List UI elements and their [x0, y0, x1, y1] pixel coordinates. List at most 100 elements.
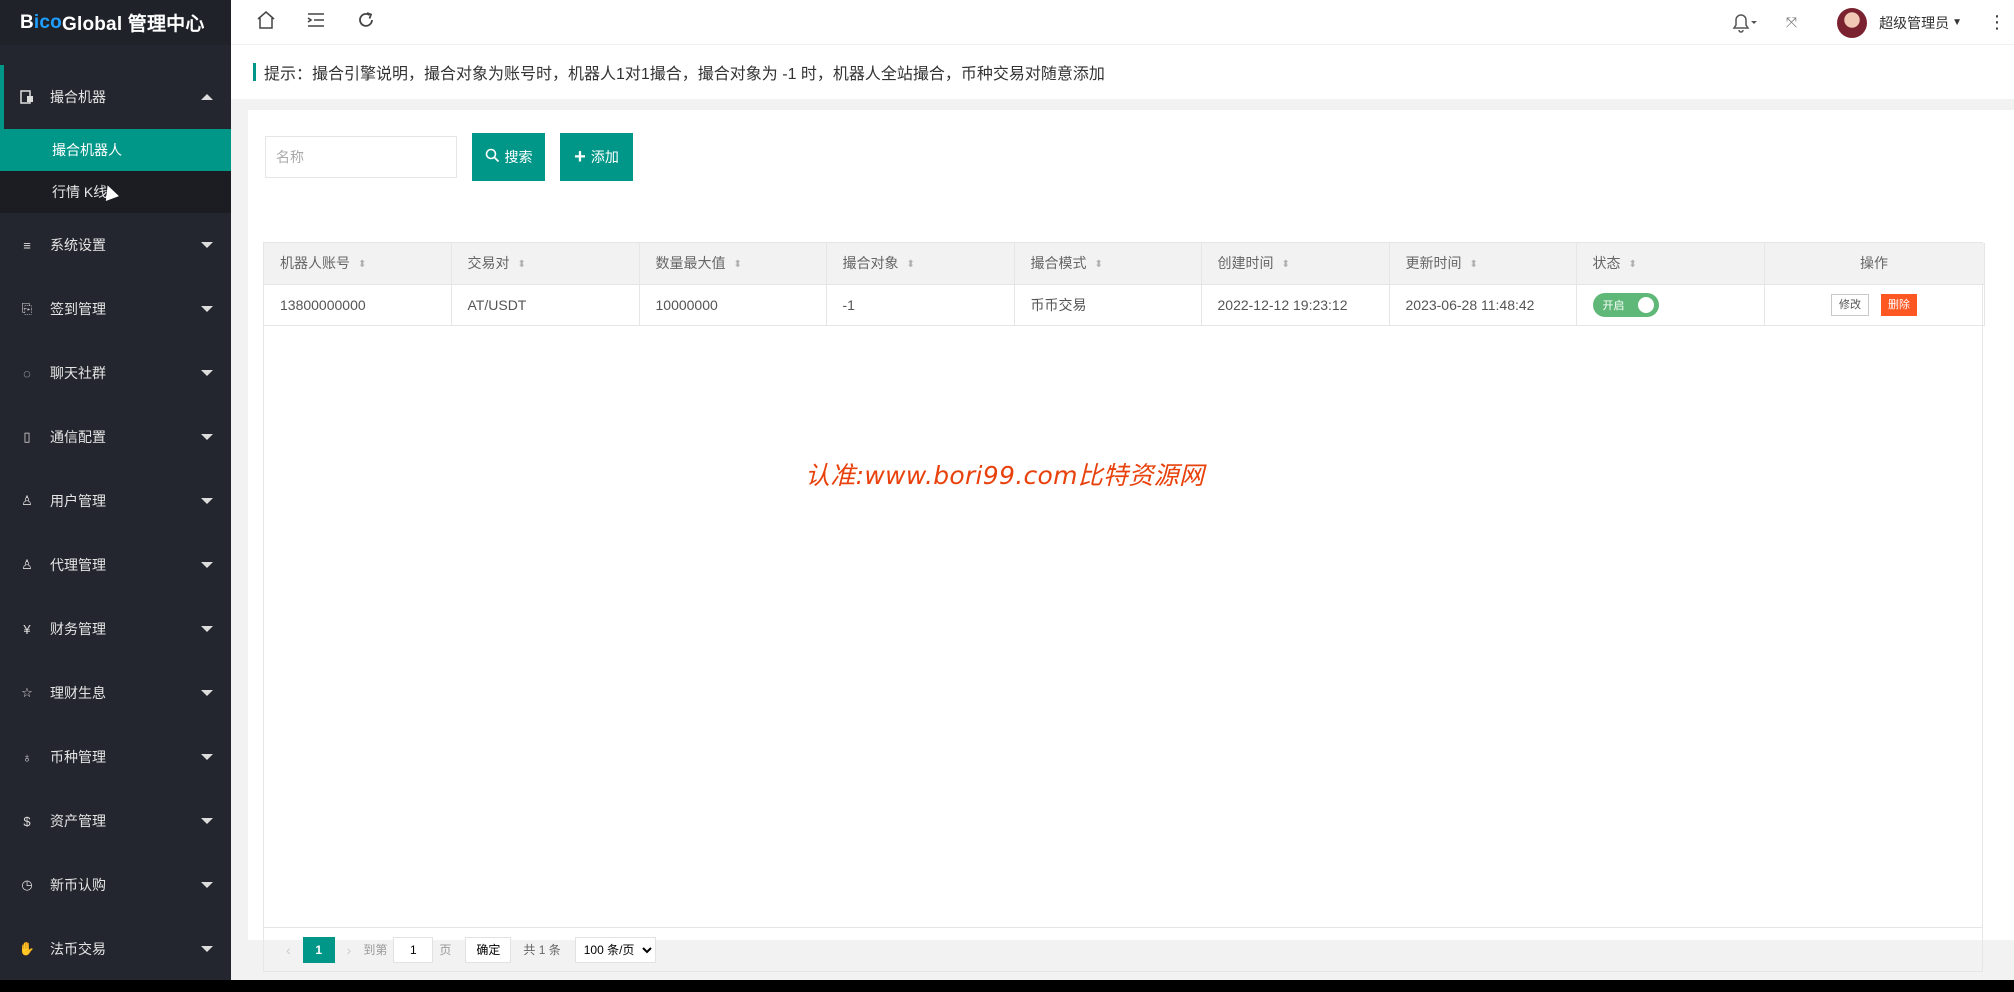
top-header: ⤧ 超级管理员 ▼ ⋮	[231, 0, 2014, 45]
delete-button[interactable]: 删除	[1881, 293, 1917, 316]
sidebar-group-assets[interactable]: $ 资产管理	[0, 789, 231, 853]
column-header-target[interactable]: 撮合对象 ⬍	[826, 243, 1015, 285]
sidebar-group-label: 资产管理	[50, 813, 106, 829]
column-header-pair[interactable]: 交易对 ⬍	[451, 243, 640, 285]
add-button[interactable]: + 添加	[560, 133, 633, 181]
column-header-status[interactable]: 状态 ⬍	[1576, 243, 1765, 285]
goto-prefix: 到第	[363, 943, 388, 957]
sort-icon[interactable]: ⬍	[358, 259, 366, 270]
fullscreen-icon[interactable]: ⤧	[1786, 14, 1797, 31]
column-header-label: 机器人账号	[280, 255, 350, 272]
sort-icon[interactable]: ⬍	[1629, 259, 1637, 270]
sidebar-group-comm[interactable]: ▯ 通信配置	[0, 405, 231, 469]
column-header-updated[interactable]: 更新时间 ⬍	[1389, 243, 1577, 285]
sidebar-group-signin[interactable]: ⎘ 签到管理	[0, 277, 231, 341]
chevron-down-icon	[201, 690, 213, 696]
content-card: 搜索 + 添加 机器人账号⬍ 交易对⬍ 数量最大值⬍ 撮合对象⬍ 撮合模	[248, 110, 2014, 972]
user-name[interactable]: 超级管理员	[1879, 13, 1949, 33]
column-header-label: 创建时间	[1217, 255, 1274, 272]
sidebar-group-robot[interactable]: 撮合机器	[0, 65, 231, 129]
chevron-down-icon	[201, 946, 213, 952]
sidebar-group-label: 聊天社群	[50, 365, 106, 381]
pagination: ‹ 1 › 到第 页 确定 共 1 条 100 条/页	[264, 927, 1982, 971]
page-number-current[interactable]: 1	[302, 936, 335, 963]
sidebar-group-label: 代理管理	[50, 557, 106, 573]
sidebar-group-agent[interactable]: ♙ 代理管理	[0, 533, 231, 597]
main-content: 提示：撮合引擎说明，撮合对象为账号时，机器人1对1撮合，撮合对象为 -1 时，机…	[231, 45, 2014, 980]
cell-pair: AT/USDT	[451, 284, 640, 326]
column-header-account[interactable]: 机器人账号 ⬍	[264, 243, 452, 285]
sign-in-icon: ⎘	[21, 301, 33, 316]
chevron-down-icon	[201, 242, 213, 248]
sidebar-group-label: 法币交易	[50, 941, 106, 957]
sidebar-item-label: 撮合机器人	[52, 142, 122, 158]
table: 机器人账号 ⬍ 交易对 ⬍ 数量最大值 ⬍ 撮合对象 ⬍ 撮合模式 ⬍ 创建时间 ⬍ 更新时…	[264, 243, 1985, 326]
sort-icon[interactable]: ⬍	[1095, 259, 1103, 270]
dollar-icon: $	[23, 813, 31, 829]
sidebar-group-chat[interactable]: ◌ 聊天社群	[0, 341, 231, 405]
sidebar-group-users[interactable]: ♙ 用户管理	[0, 469, 231, 533]
refresh-icon[interactable]	[356, 10, 376, 36]
sidebar-group-newcoin[interactable]: ◷ 新币认购	[0, 853, 231, 917]
sidebar-group-label: 用户管理	[50, 493, 106, 509]
chevron-down-icon	[201, 434, 213, 440]
sort-icon[interactable]: ⬍	[518, 259, 526, 270]
next-page-icon[interactable]: ›	[347, 942, 352, 958]
avatar[interactable]	[1837, 7, 1868, 38]
sort-icon[interactable]: ⬍	[1282, 259, 1290, 270]
sidebar-group-fiat[interactable]: ✋ 法币交易	[0, 917, 231, 980]
goto-page-input[interactable]	[393, 936, 434, 963]
search-input[interactable]	[265, 136, 457, 178]
sidebar-group-coin[interactable]: ♁ 币种管理	[0, 725, 231, 789]
goto-confirm-button[interactable]: 确定	[465, 936, 512, 963]
sidebar-group-label: 币种管理	[50, 749, 106, 765]
page-size-select[interactable]: 100 条/页	[574, 936, 656, 963]
bell-icon[interactable]	[1730, 12, 1760, 34]
column-header-label: 状态	[1592, 255, 1621, 272]
brand-text-suffix: Global 管理中心	[61, 14, 205, 35]
column-header-label: 撮合模式	[1030, 255, 1087, 272]
status-toggle[interactable]: 开启	[1592, 292, 1659, 317]
sidebar-item-robot-list[interactable]: 撮合机器人	[0, 129, 231, 171]
clock-icon: ◷	[21, 877, 33, 892]
user-icon: ♙	[21, 557, 33, 572]
table-header-row: 机器人账号 ⬍ 交易对 ⬍ 数量最大值 ⬍ 撮合对象 ⬍ 撮合模式 ⬍ 创建时间 ⬍ 更新时…	[264, 243, 1985, 285]
column-header-label: 撮合对象	[842, 255, 899, 272]
chevron-down-icon	[201, 370, 213, 376]
sidebar-group-system[interactable]: ≡ 系统设置	[0, 213, 231, 277]
sidebar-group-wealth[interactable]: ☆ 理财生息	[0, 661, 231, 725]
prev-page-icon[interactable]: ‹	[286, 942, 291, 958]
sidebar-item-kline[interactable]: 行情 K线	[0, 171, 231, 213]
total-count: 共 1 条	[523, 943, 561, 957]
sidebar-group-label: 系统设置	[50, 237, 106, 253]
more-vertical-icon[interactable]: ⋮	[1988, 12, 2006, 33]
sidebar-group-label: 签到管理	[50, 301, 106, 317]
sort-icon[interactable]: ⬍	[907, 259, 915, 270]
column-header-max-qty[interactable]: 数量最大值 ⬍	[639, 243, 827, 285]
sidebar-group-label: 撮合机器	[50, 89, 106, 105]
phone-icon: ▯	[23, 429, 31, 444]
column-header-label: 数量最大值	[655, 255, 726, 272]
column-header-created[interactable]: 创建时间 ⬍	[1201, 243, 1390, 285]
home-icon[interactable]	[256, 10, 276, 36]
caret-down-icon[interactable]: ▼	[1952, 17, 1962, 28]
chevron-down-icon	[201, 626, 213, 632]
chevron-down-icon	[201, 754, 213, 760]
status-toggle-label: 开启	[1602, 299, 1625, 312]
bottom-black-bar	[0, 980, 2014, 992]
table-row: 13800000000 AT/USDT 10000000 -1 币币交易 202…	[264, 284, 1985, 326]
users-icon: ♙	[21, 493, 33, 508]
sort-icon[interactable]: ⬍	[734, 259, 742, 270]
cell-status: 开启	[1576, 284, 1765, 326]
sort-icon[interactable]: ⬍	[1470, 259, 1478, 270]
edit-button[interactable]: 修改	[1831, 293, 1869, 316]
sidebar-group-finance[interactable]: ¥ 财务管理	[0, 597, 231, 661]
menu-fold-icon[interactable]	[306, 10, 326, 36]
cell-max-qty: 10000000	[639, 284, 827, 326]
search-button[interactable]: 搜索	[472, 133, 545, 181]
brand-logo: Bico Global 管理中心	[0, 0, 231, 45]
data-table: 机器人账号 ⬍ 交易对 ⬍ 数量最大值 ⬍ 撮合对象 ⬍ 撮合模式 ⬍ 创建时间 ⬍ 更新时…	[263, 242, 1985, 972]
sidebar-submenu: 撮合机器人 行情 K线	[0, 129, 231, 213]
tip-text: 提示：撮合引擎说明，撮合对象为账号时，机器人1对1撮合，撮合对象为 -1 时，机…	[264, 66, 1105, 83]
column-header-mode[interactable]: 撮合模式 ⬍	[1014, 243, 1202, 285]
